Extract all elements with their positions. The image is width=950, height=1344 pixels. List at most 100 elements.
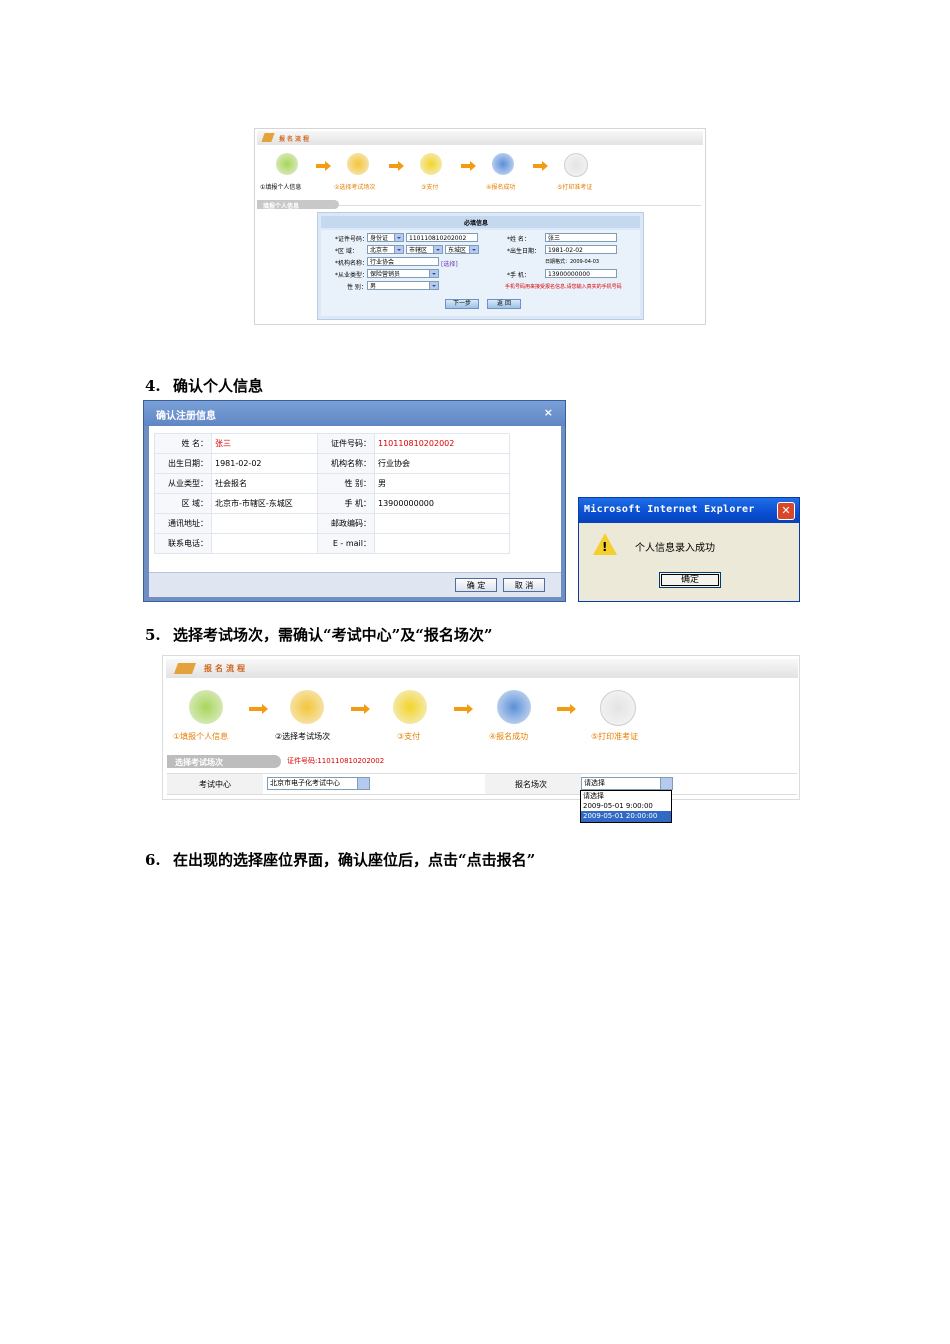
heading-4: 4. 确认个人信息 [145,375,263,396]
table-cell: 通讯地址： [154,513,212,534]
job-type-select[interactable]: 保险营销员 [367,269,439,278]
arrow-icon [557,704,576,714]
chevron-down-icon [469,246,478,253]
form-title: 必填信息 [464,220,489,227]
table-row: 姓 名： 张三 证件号码： 110110810202002 [154,433,510,454]
id-label: *证件号码： [335,236,369,243]
chevron-down-icon [357,778,369,789]
table-cell: 1981-02-02 [211,453,318,474]
printer-step-icon [564,153,588,177]
step-label: ⑤打印准考证 [557,184,593,191]
banner-title: 报名流程 [279,136,312,143]
heading-5: 5. 选择考试场次，需确认“考试中心”及“报名场次” [145,624,493,645]
region-sub-select[interactable]: 东城区 [445,245,479,254]
id-number-note: 证件号码:110110810202002 [287,757,385,765]
table-cell: 社会报名 [211,473,318,494]
close-icon[interactable]: × [544,406,553,419]
exam-center-value: 北京市电子化考试中心 [270,779,340,787]
table-cell: 性 别： [317,473,375,494]
session-select-value: 请选择 [584,779,605,787]
chevron-down-icon [429,270,438,277]
step-label: ④报名成功 [486,184,516,191]
fill-info-step-icon [189,690,223,724]
org-select-link[interactable]: [选择] [441,259,458,268]
gender-label: 性 别： [347,284,367,291]
heading-number: 4. [145,377,161,395]
alert-ok-button[interactable]: 确定 [659,572,721,588]
chevron-down-icon [429,282,438,289]
table-cell [211,513,318,534]
table-row: 联系电话： E - mail： [154,533,510,554]
chevron-down-icon [394,246,403,253]
exam-session-step-icon [347,153,369,175]
region-label: *区 域： [335,248,358,255]
table-cell [211,533,318,554]
job-type-value: 保险营销员 [370,271,401,278]
date-format-hint: 日期格式：2009-04-03 [545,259,600,265]
table-cell: 出生日期： [154,453,212,474]
pay-step-icon [420,153,442,175]
pay-step-icon [393,690,427,724]
table-cell: 13900000000 [374,493,510,514]
alert-message: 个人信息录入成功 [635,543,715,554]
step-label: ⑤打印准考证 [591,732,639,741]
table-cell: 110110810202002 [374,433,510,454]
back-button-label: 返 回 [497,300,511,307]
table-cell: 行业协会 [374,453,510,474]
confirm-ok-button[interactable]: 确 定 [455,578,497,592]
table-cell: 区 域： [154,493,212,514]
close-icon[interactable]: ✕ [777,502,795,520]
table-cell: 从业类型： [154,473,212,494]
fill-info-step-icon [276,153,298,175]
dropdown-option-selected[interactable]: 2009-05-01 20:00:00 [581,811,671,822]
dialog-title: 确认注册信息 [156,411,216,422]
printer-step-icon [600,690,636,726]
id-number-input[interactable]: 110110810202002 [406,233,478,242]
back-button[interactable]: 返 回 [487,299,521,309]
pencil-icon [173,663,197,674]
step-label: ③支付 [421,184,439,191]
dropdown-option[interactable]: 2009-05-01 9:00:00 [581,801,671,811]
success-step-icon [492,153,514,175]
phone-label: *手 机： [507,272,530,279]
dropdown-option[interactable]: 请选择 [581,791,671,801]
heading-number: 6. [145,851,161,869]
job-label: *从业类型： [335,272,369,279]
step-label: ②选择考试场次 [334,184,376,191]
birth-input[interactable]: 1981-02-02 [545,245,617,254]
exam-center-select[interactable]: 北京市电子化考试中心 [267,777,370,790]
arrow-icon [461,161,476,171]
table-cell [374,513,510,534]
id-type-select[interactable]: 身份证 [367,233,404,242]
name-label: *姓 名： [507,236,530,243]
section-label: 选择考试场次 [175,758,223,767]
chevron-down-icon [433,246,442,253]
heading-6: 6. 在出现的选择座位界面，确认座位后，点击“点击报名” [145,849,535,870]
region-city-select[interactable]: 北京市 [367,245,404,254]
warning-mark: ! [602,540,608,554]
next-button[interactable]: 下一步 [445,299,479,309]
region-district-select[interactable]: 市辖区 [406,245,443,254]
form-title-bar: 必填信息 [321,216,640,228]
session-select[interactable]: 请选择 [581,777,673,790]
confirm-cancel-button[interactable]: 取 消 [503,578,545,592]
name-input[interactable]: 张三 [545,233,617,242]
form-panel: 必填信息 *证件号码： 身份证 110110810202002 *姓 名： 张三… [317,212,644,320]
banner-title: 报名流程 [204,664,248,673]
step-label: ③支付 [397,732,421,741]
table-cell: 男 [374,473,510,494]
chevron-down-icon [660,778,672,789]
table-cell: 手 机： [317,493,375,514]
table-cell: 姓 名： [154,433,212,454]
arrow-icon [249,704,268,714]
table-cell: 邮政编码： [317,513,375,534]
gender-select[interactable]: 男 [367,281,439,290]
session-row: 考试中心 北京市电子化考试中心 报名场次 请选择 [167,773,797,795]
phone-input[interactable]: 13900000000 [545,269,617,278]
phone-note: 手机号码用来接受报名信息,请您输入真实的手机号码 [505,284,622,290]
org-input[interactable]: 行业协会 [367,257,439,266]
region-sub-value: 东城区 [448,247,467,254]
region-district-value: 市辖区 [409,247,428,254]
step-label: ①填报个人信息 [173,732,229,741]
alert-title-bar: Microsoft Internet Explorer ✕ [579,498,799,523]
